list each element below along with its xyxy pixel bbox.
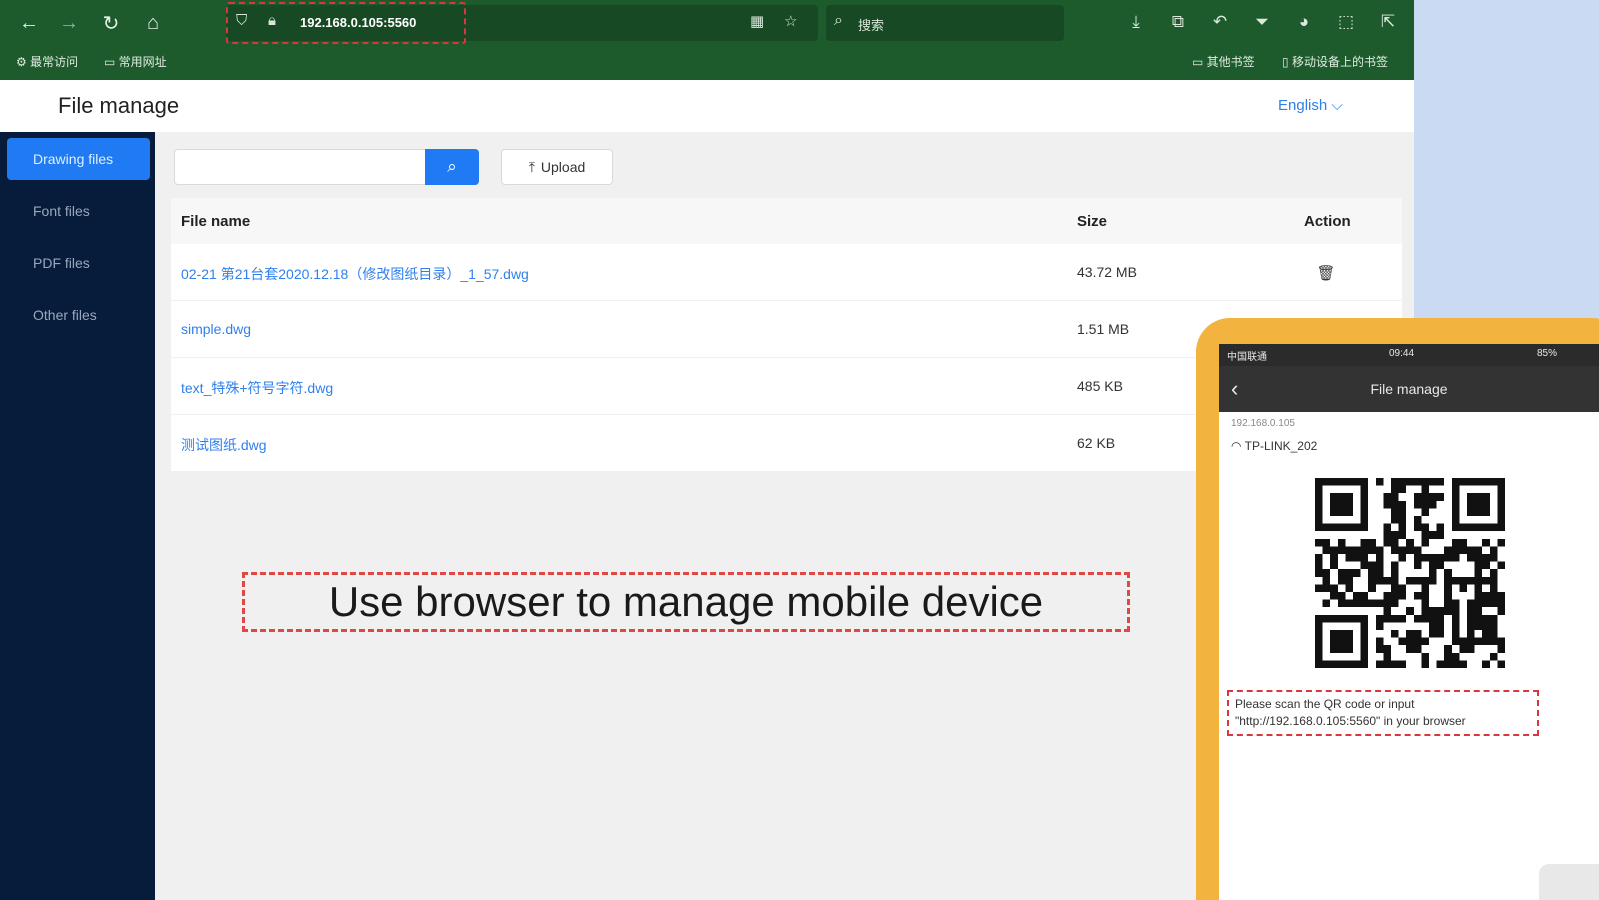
file-name-link[interactable]: 测试图纸.dwg xyxy=(181,435,267,455)
file-search-input[interactable] xyxy=(174,149,426,185)
table-row: 02-21 第21台套2020.12.18（修改图纸目录）_1_57.dwg 4… xyxy=(171,244,1402,301)
wifi-icon: ◠ xyxy=(1231,439,1242,453)
file-name-link[interactable]: 02-21 第21台套2020.12.18（修改图纸目录）_1_57.dwg xyxy=(181,264,529,284)
browser-search-placeholder: 搜索 xyxy=(858,18,885,33)
file-name-link[interactable]: text_特殊+符号字符.dwg xyxy=(181,378,333,398)
sidebar-item-drawing-files[interactable]: Drawing files xyxy=(7,138,150,180)
phone-status-bar: 中国联通 09:44 85% xyxy=(1219,344,1599,366)
bookmark-label: 其他书签 xyxy=(1206,55,1255,69)
sidebar-item-pdf-files[interactable]: PDF files xyxy=(7,242,150,284)
bookmark-mobile[interactable]: ▯ 移动设备上的书签 xyxy=(1282,53,1388,70)
forward-icon[interactable]: → xyxy=(56,10,82,36)
extension-icon[interactable]: ⬚ xyxy=(1334,10,1358,34)
qr-code xyxy=(1315,478,1505,668)
phone-screen: 中国联通 09:44 85% ‹ File manage 192.168.0.1… xyxy=(1219,344,1599,900)
search-icon: ⌕ xyxy=(834,12,843,29)
phone-time: 09:44 xyxy=(1389,348,1415,359)
caption-box: Use browser to manage mobile device xyxy=(242,572,1130,632)
star-icon[interactable]: ☆ xyxy=(784,12,797,30)
download-icon[interactable]: ⤓ xyxy=(1124,10,1148,34)
search-icon: ⌕ xyxy=(447,157,457,176)
bookmark-label: 常用网址 xyxy=(118,55,167,69)
page-title: File manage xyxy=(58,93,180,118)
screenshot-icon[interactable]: ⧉ xyxy=(1166,10,1190,34)
file-name-link[interactable]: simple.dwg xyxy=(181,321,251,337)
upload-icon: ⤒ xyxy=(528,158,535,175)
file-size: 43.72 MB xyxy=(1077,264,1137,280)
phone-wifi-name: TP-LINK_202 xyxy=(1244,439,1318,453)
bookmark-common[interactable]: ▭ 常用网址 xyxy=(104,53,167,70)
bookmark-label: 移动设备上的书签 xyxy=(1291,55,1388,69)
bookmark-most-visited[interactable]: ⚙ 最常访问 xyxy=(16,53,78,70)
upload-label: Upload xyxy=(540,159,586,175)
file-size: 485 KB xyxy=(1077,378,1123,394)
sidebar: Drawing files Font files PDF files Other… xyxy=(0,132,155,900)
delete-icon[interactable]: 🗑︎ xyxy=(1313,260,1339,286)
chevron-left-icon[interactable]: ‹ xyxy=(1231,376,1238,402)
browser-search[interactable]: ⌕ 搜索 xyxy=(826,5,1064,41)
phone-note: Please scan the QR code or input "http:/… xyxy=(1235,697,1466,728)
language-selector[interactable]: English ⌵ xyxy=(1278,97,1343,114)
undo-icon[interactable]: ↶ xyxy=(1208,10,1232,34)
phone-battery: 85% xyxy=(1537,348,1558,359)
phone-note-highlight: Please scan the QR code or input "http:/… xyxy=(1227,690,1539,736)
firefox-icon[interactable]: ◕ xyxy=(1292,10,1316,34)
phone-ip-label: 192.168.0.105 xyxy=(1231,418,1295,429)
qr-icon[interactable]: ▦ xyxy=(750,12,764,30)
home-icon[interactable]: ⌂ xyxy=(140,10,166,36)
phone-title: File manage xyxy=(1370,381,1448,397)
funnel-icon[interactable]: ⏷ xyxy=(1250,10,1274,34)
url-highlight-box xyxy=(226,2,466,44)
file-size: 62 KB xyxy=(1077,435,1116,451)
sidebar-item-other-files[interactable]: Other files xyxy=(7,294,150,336)
phone-wifi-row: ◠ TP-LINK_202 xyxy=(1231,439,1317,453)
bookmark-other[interactable]: ▭ 其他书签 xyxy=(1192,53,1255,70)
app-header xyxy=(0,80,1414,132)
popout-icon[interactable]: ⇱ xyxy=(1376,10,1400,34)
column-header-action: Action xyxy=(1304,213,1351,230)
table-header: File name Size Action xyxy=(171,198,1402,244)
browser-toolbar: ← → ↻ ⌂ ⛉ 🔒︎ 192.168.0.105:5560 ▦ ☆ ⌕ 搜索… xyxy=(0,0,1414,80)
phone-floating-button[interactable] xyxy=(1539,864,1599,900)
sidebar-item-font-files[interactable]: Font files xyxy=(7,190,150,232)
phone-nav-bar: ‹ File manage xyxy=(1219,366,1599,412)
column-header-size: Size xyxy=(1077,213,1108,230)
bookmark-label: 最常访问 xyxy=(30,55,79,69)
reload-icon[interactable]: ↻ xyxy=(98,10,124,36)
phone-carrier: 中国联通 xyxy=(1227,352,1267,363)
back-icon[interactable]: ← xyxy=(16,10,42,36)
upload-button[interactable]: ⤒ Upload xyxy=(501,149,613,185)
file-size: 1.51 MB xyxy=(1077,321,1130,337)
column-header-name: File name xyxy=(181,213,251,230)
caption-text: Use browser to manage mobile device xyxy=(328,578,1044,625)
search-button[interactable]: ⌕ xyxy=(425,149,479,185)
